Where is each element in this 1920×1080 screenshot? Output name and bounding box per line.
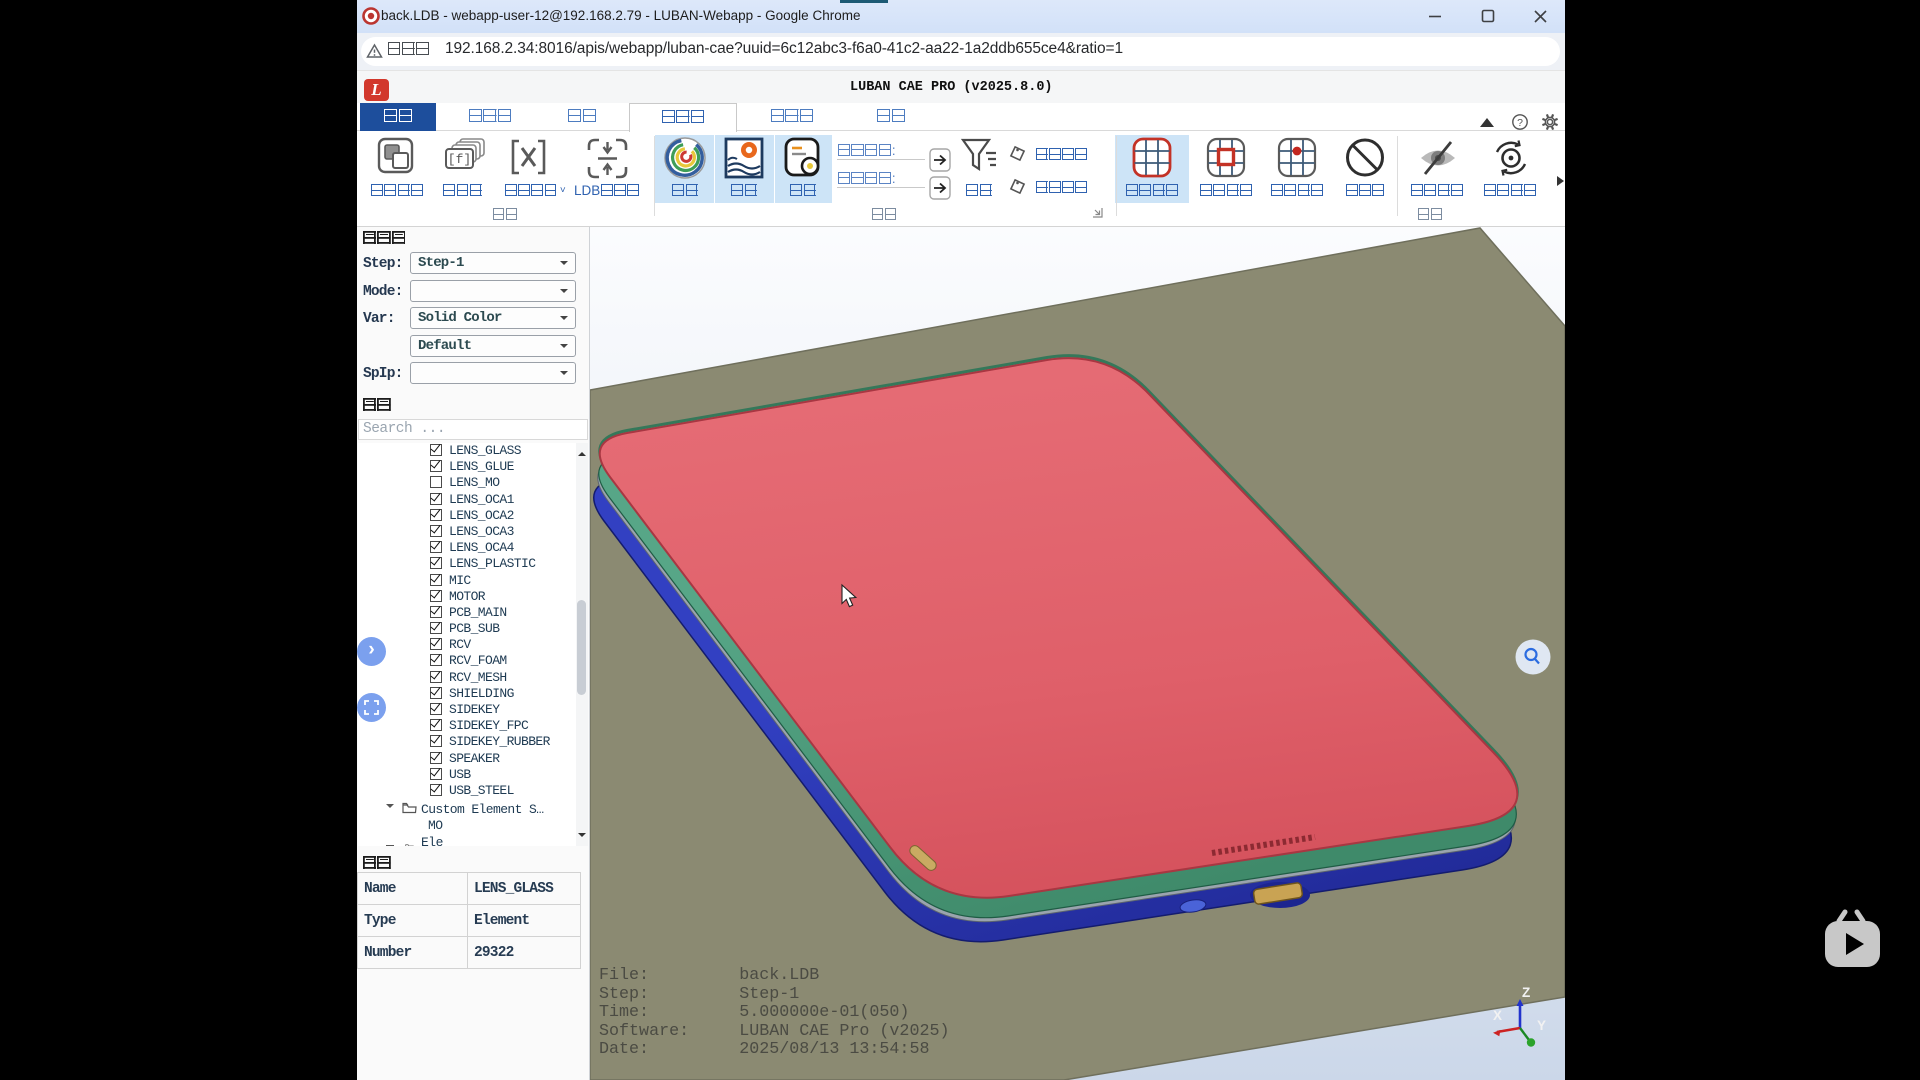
- svg-text:Z: Z: [1522, 985, 1530, 1000]
- svg-text:[f]: [f]: [448, 152, 471, 167]
- svg-text:X: X: [1493, 1008, 1502, 1023]
- svg-text:?: ?: [1517, 117, 1523, 129]
- svg-text:Y: Y: [1537, 1018, 1546, 1033]
